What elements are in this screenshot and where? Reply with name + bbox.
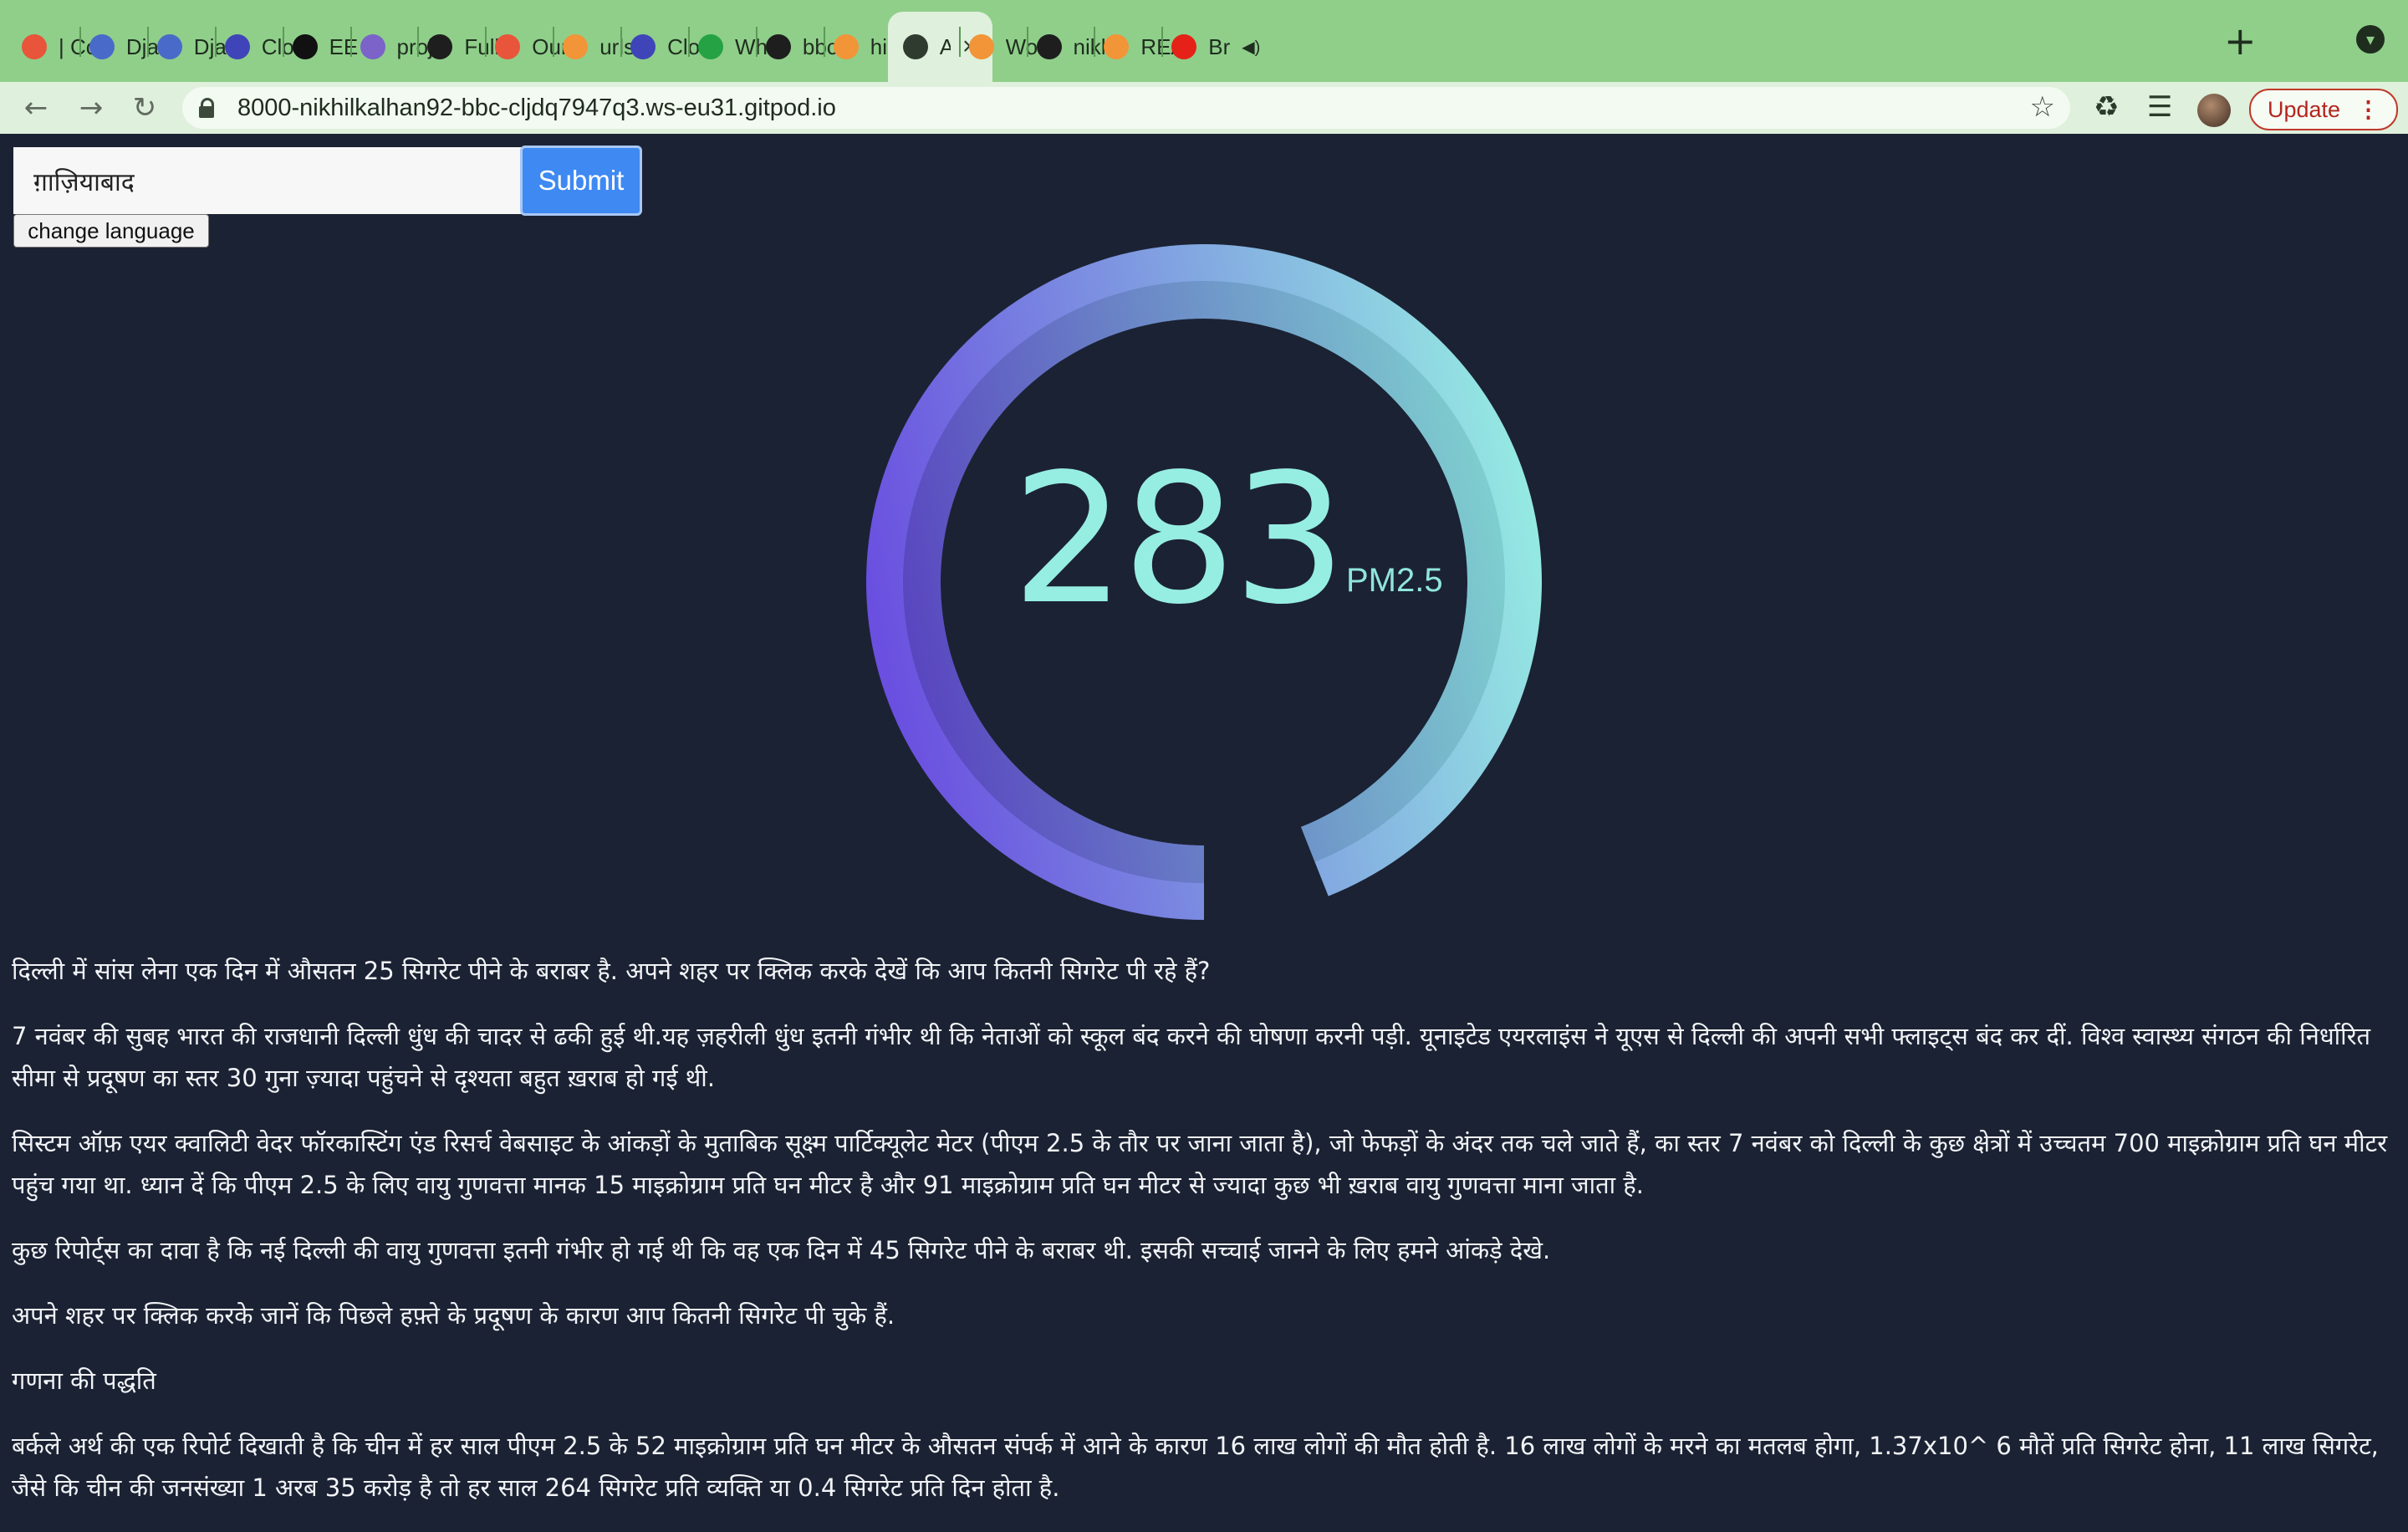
codeforces-icon	[495, 34, 521, 59]
article-paragraph: अपने शहर पर क्लिक करके जानें कि पिछले हफ…	[12, 1301, 895, 1330]
profile-avatar[interactable]	[2197, 94, 2231, 127]
city-search-input[interactable]	[13, 147, 555, 214]
article-paragraph: कुछ रिपोर्ट्स का दावा है कि नई दिल्ली की…	[12, 1236, 1551, 1264]
django-globe-icon	[156, 34, 182, 59]
tab-separator	[214, 27, 217, 57]
url-text[interactable]: 8000-nikhilkalhan92-bbc-cljdq7947q3.ws-e…	[237, 94, 836, 122]
new-tab-plus-icon[interactable]: +	[2224, 18, 2257, 64]
browser-toolbar: ← → ↻ 8000-nikhilkalhan92-bbc-cljdq7947q…	[0, 82, 2408, 135]
github-icon	[427, 34, 453, 59]
update-label: Update	[2267, 96, 2341, 122]
update-button[interactable]: Update ⋮	[2249, 89, 2398, 130]
tab-separator	[688, 27, 690, 57]
tab-strip: | CodeDjangoDjangoCloudEE 20projecFull S…	[0, 0, 2408, 82]
gitpod-icon	[563, 34, 589, 59]
browser-tab[interactable]: Br ◀)	[1171, 12, 1260, 82]
tab-separator	[553, 27, 555, 57]
pm25-unit-label: PM2.5	[1346, 562, 1443, 599]
back-arrow-icon[interactable]: ←	[17, 89, 55, 127]
tab-search-chevron-icon[interactable]: ▾	[2356, 25, 2385, 54]
tab-separator	[1094, 27, 1096, 57]
media-queue-icon[interactable]: ☰	[2147, 90, 2172, 124]
address-bar[interactable]: 8000-nikhilkalhan92-bbc-cljdq7947q3.ws-e…	[182, 87, 2070, 129]
gitpod-icon	[833, 34, 859, 59]
whatsapp-icon	[698, 34, 723, 59]
submit-button[interactable]: Submit	[520, 146, 642, 216]
gitpod-icon	[968, 34, 994, 59]
tab-separator	[79, 27, 81, 57]
github-icon	[765, 34, 791, 59]
tab-separator	[349, 27, 352, 57]
pm25-value: 283	[1012, 436, 1346, 644]
article-paragraph: सिस्टम ऑफ़ एयर क्वालिटी वेदर फॉरकास्टिंग…	[12, 1129, 2388, 1199]
reload-icon[interactable]: ↻	[125, 89, 164, 127]
page-content: Submit change language 283 PM2.5 दिल्ली …	[0, 134, 2408, 1505]
more-menu-icon[interactable]: ⋮	[2357, 97, 2380, 123]
article-paragraph: गणना की पद्धति	[12, 1366, 156, 1395]
speaker-icon[interactable]: ◀)	[1242, 37, 1260, 58]
forward-arrow-icon[interactable]: →	[72, 89, 110, 127]
cloud-icon	[630, 34, 656, 59]
codeforces-icon	[22, 34, 47, 59]
tab-separator	[1026, 27, 1028, 57]
tab-separator	[282, 27, 284, 57]
tab-title: Ai	[939, 33, 951, 59]
tab-separator	[146, 27, 149, 57]
tab-separator	[755, 27, 758, 57]
heroku-icon	[360, 34, 385, 59]
django-globe-icon	[89, 34, 115, 59]
gitpod-icon	[1104, 34, 1130, 59]
globe-icon	[902, 34, 928, 59]
change-language-button[interactable]: change language	[13, 214, 209, 248]
article-paragraph: बर्कले अर्थ की एक रिपोर्ट दिखाती है कि च…	[12, 1432, 2379, 1502]
article-paragraph: 7 नवंबर की सुबह भारत की राजधानी दिल्ली ध…	[12, 1022, 2371, 1092]
tab-separator	[417, 27, 420, 57]
tab-separator	[485, 27, 487, 57]
article-paragraph: दिल्ली में सांस लेना एक दिन में औसतन 25 …	[12, 957, 1211, 985]
cloud-icon	[224, 34, 250, 59]
bookmark-star-icon[interactable]: ☆	[2030, 90, 2055, 124]
article-body: दिल्ली में सांस लेना एक दिन में औसतन 25 …	[12, 950, 2403, 1532]
lock-icon[interactable]	[199, 98, 214, 118]
d-letter-icon	[292, 34, 318, 59]
tab-separator	[823, 27, 825, 57]
youtube-icon	[1171, 34, 1197, 59]
tab-separator	[1161, 27, 1164, 57]
tab-separator	[620, 27, 623, 57]
extensions-puzzle-icon[interactable]: ♻	[2094, 90, 2119, 124]
github-icon	[1036, 34, 1062, 59]
tab-separator	[958, 27, 961, 57]
